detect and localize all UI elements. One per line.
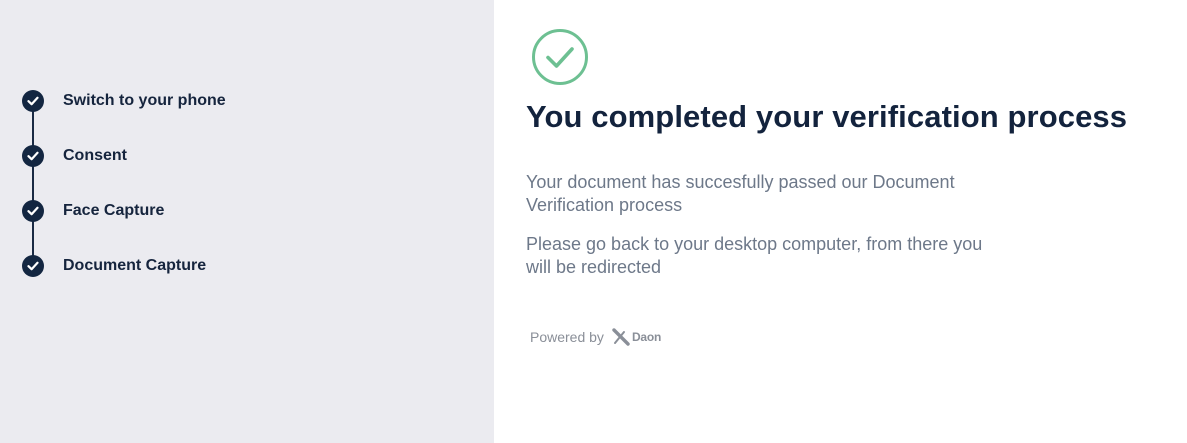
check-icon bbox=[22, 90, 44, 112]
step-label: Document Capture bbox=[63, 257, 207, 274]
powered-by-label: Powered by bbox=[530, 329, 604, 345]
page-title: You completed your verification process bbox=[526, 99, 1128, 134]
progress-sidebar: Switch to your phone Consent Face Captur… bbox=[0, 0, 494, 443]
main-panel: You completed your verification process … bbox=[494, 0, 1187, 443]
step-document-capture: Document Capture bbox=[22, 255, 206, 277]
redirect-message: Please go back to your desktop computer,… bbox=[526, 234, 983, 277]
check-icon bbox=[22, 200, 44, 222]
step-switch-to-phone: Switch to your phone bbox=[22, 90, 226, 112]
daon-wordmark: Daon bbox=[631, 330, 662, 344]
verification-page: Switch to your phone Consent Face Captur… bbox=[0, 0, 1187, 443]
check-icon bbox=[22, 255, 44, 277]
daon-x-icon bbox=[612, 328, 630, 346]
step-consent: Consent bbox=[22, 145, 127, 167]
daon-logo: Daon bbox=[612, 328, 661, 346]
step-label: Consent bbox=[63, 147, 127, 164]
powered-by: Powered by Daon bbox=[530, 328, 661, 346]
success-message: Your document has succesfully passed our… bbox=[526, 172, 955, 215]
step-label: Face Capture bbox=[63, 202, 165, 219]
step-face-capture: Face Capture bbox=[22, 200, 164, 222]
check-icon bbox=[22, 145, 44, 167]
progress-line bbox=[32, 101, 34, 266]
check-circle-icon bbox=[532, 29, 588, 85]
step-label: Switch to your phone bbox=[63, 92, 226, 109]
